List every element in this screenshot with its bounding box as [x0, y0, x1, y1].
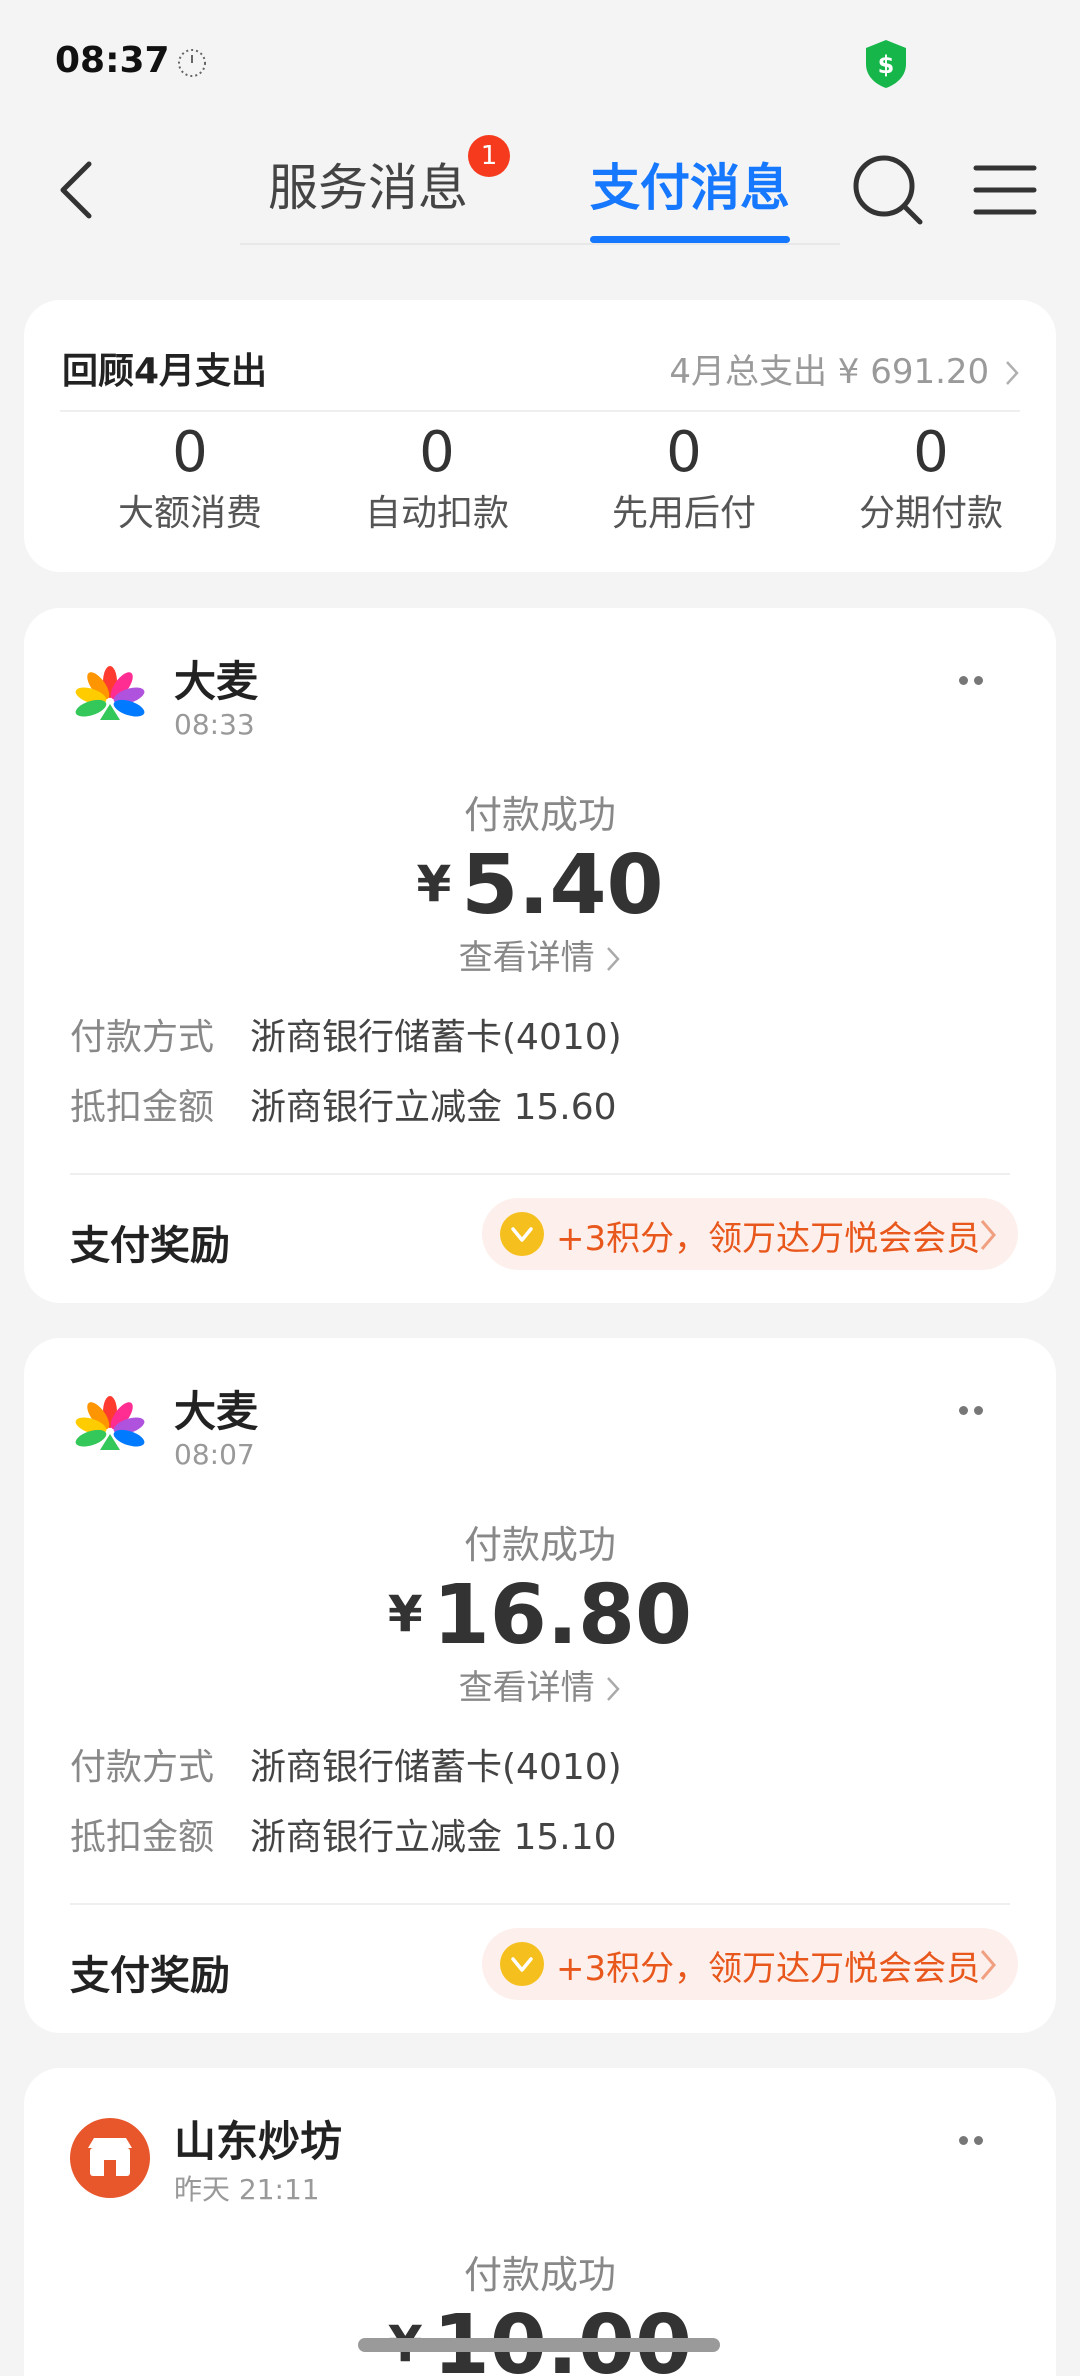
home-indicator[interactable]	[358, 2338, 720, 2352]
active-tab-indicator	[590, 236, 790, 243]
reward-text: +3积分，领万达万悦会会员	[556, 1219, 981, 1259]
summary-total[interactable]: 4月总支出 ¥ 691.20	[669, 344, 1020, 393]
summary-title: 回顾4月支出	[62, 351, 268, 392]
payment-status: 付款成功	[463, 2253, 616, 2297]
svg-text:$: $	[878, 51, 895, 79]
summary-total-text: 4月总支出 ¥ 691.20	[669, 352, 990, 392]
monthly-summary-card[interactable]: 回顾4月支出 4月总支出 ¥ 691.20 0 大额消费 0 自动扣款 0 先用…	[24, 300, 1056, 572]
card-divider	[70, 1173, 1010, 1175]
currency-symbol: ¥	[416, 855, 452, 913]
merchant-name: 大麦	[174, 657, 259, 706]
payment-amount: ¥16.80	[24, 1568, 1056, 1663]
reward-label: 支付奖励	[70, 1953, 230, 1999]
stat-value: 0	[666, 420, 702, 485]
deduction-value: 浙商银行立减金 15.10	[250, 1817, 617, 1858]
stat-auto-debit[interactable]: 0 自动扣款	[317, 418, 557, 540]
merchant-name: 山东炒坊	[174, 2117, 343, 2166]
amount-value: 5.40	[461, 838, 664, 933]
deduction-label: 抵扣金额	[70, 1817, 215, 1858]
payment-status: 付款成功	[463, 1523, 616, 1567]
transaction-card[interactable]: 山东炒坊 昨天 21:11 付款成功 ¥10.00	[24, 2068, 1056, 2376]
damai-logo-icon	[75, 1396, 145, 1450]
pay-method-row: 付款方式 浙商银行储蓄卡(4010)	[70, 1738, 622, 1790]
chevron-right-icon	[1006, 361, 1019, 385]
search-icon[interactable]	[848, 150, 928, 230]
stat-value: 0	[913, 420, 949, 485]
chevron-right-icon	[607, 947, 621, 971]
pay-method-label: 付款方式	[70, 1017, 215, 1058]
reward-label: 支付奖励	[70, 1223, 230, 1269]
more-options-icon[interactable]	[956, 1400, 996, 1420]
view-details-text: 查看详情	[458, 1668, 595, 1708]
card-divider	[70, 1903, 1010, 1905]
payment-status: 付款成功	[463, 793, 616, 837]
tab-service-messages[interactable]: 服务消息	[268, 148, 468, 220]
chevron-right-icon	[607, 1677, 621, 1701]
payment-amount: ¥5.40	[24, 838, 1056, 933]
amount-value: 16.80	[432, 1568, 693, 1663]
view-details-link[interactable]: 查看详情	[24, 930, 1056, 979]
view-details-link[interactable]: 查看详情	[24, 1660, 1056, 1709]
summary-divider	[60, 410, 1020, 412]
transaction-card[interactable]: 大麦 08:33 付款成功 ¥5.40 查看详情 付款方式 浙商银行储蓄卡(401…	[24, 608, 1056, 1303]
pay-method-value: 浙商银行储蓄卡(4010)	[250, 1747, 622, 1788]
amount-value: 10.00	[432, 2298, 693, 2376]
back-arrow-icon	[60, 161, 92, 219]
status-bar: 08:37 $	[0, 0, 1080, 120]
stat-pay-later[interactable]: 0 先用后付	[564, 418, 804, 540]
stat-label: 分期付款	[858, 493, 1003, 534]
view-details-text: 查看详情	[458, 938, 595, 978]
transaction-time: 08:33	[174, 708, 255, 741]
stat-label: 大额消费	[117, 493, 262, 534]
header: 服务消息 1 支付消息	[0, 120, 1080, 260]
reward-pill[interactable]: +3积分，领万达万悦会会员	[482, 1928, 1018, 2000]
more-options-icon[interactable]	[956, 2130, 996, 2150]
pay-method-row: 付款方式 浙商银行储蓄卡(4010)	[70, 1008, 622, 1060]
unread-badge: 1	[468, 135, 510, 177]
deduction-row: 抵扣金额 浙商银行立减金 15.10	[70, 1808, 617, 1860]
payment-amount: ¥10.00	[24, 2298, 1056, 2376]
stat-large-spend[interactable]: 0 大额消费	[70, 418, 310, 540]
stat-label: 自动扣款	[364, 493, 509, 534]
stat-installments[interactable]: 0 分期付款	[811, 418, 1051, 540]
stat-value: 0	[172, 420, 208, 485]
back-button[interactable]	[40, 150, 110, 230]
points-coin-icon	[500, 1942, 544, 1986]
chevron-right-icon	[980, 1950, 996, 1980]
deduction-label: 抵扣金额	[70, 1087, 215, 1128]
transaction-time: 昨天 21:11	[174, 2173, 320, 2206]
reward-pill[interactable]: +3积分，领万达万悦会会员	[482, 1198, 1018, 1270]
tab-payment-messages[interactable]: 支付消息	[590, 148, 790, 220]
stat-label: 先用后付	[611, 493, 756, 534]
chevron-right-icon	[980, 1220, 996, 1250]
deduction-value: 浙商银行立减金 15.60	[250, 1087, 617, 1128]
damai-logo-icon	[75, 666, 145, 720]
alarm-icon	[178, 49, 206, 77]
pay-method-label: 付款方式	[70, 1747, 215, 1788]
payment-shield-icon: $	[866, 40, 906, 88]
stat-value: 0	[419, 420, 455, 485]
currency-symbol: ¥	[387, 1585, 423, 1643]
reward-text: +3积分，领万达万悦会会员	[556, 1949, 981, 1989]
merchant-name: 大麦	[174, 1387, 259, 1436]
transaction-card[interactable]: 大麦 08:07 付款成功 ¥16.80 查看详情 付款方式 浙商银行储蓄卡(40…	[24, 1338, 1056, 2033]
more-options-icon[interactable]	[956, 670, 996, 690]
menu-icon[interactable]	[970, 160, 1040, 220]
transaction-time: 08:07	[174, 1438, 255, 1471]
tab-bar-divider	[240, 243, 840, 245]
points-coin-icon	[500, 1212, 544, 1256]
deduction-row: 抵扣金额 浙商银行立减金 15.60	[70, 1078, 617, 1130]
shop-logo-icon	[70, 2118, 150, 2198]
status-time: 08:37	[55, 40, 170, 81]
pay-method-value: 浙商银行储蓄卡(4010)	[250, 1017, 622, 1058]
